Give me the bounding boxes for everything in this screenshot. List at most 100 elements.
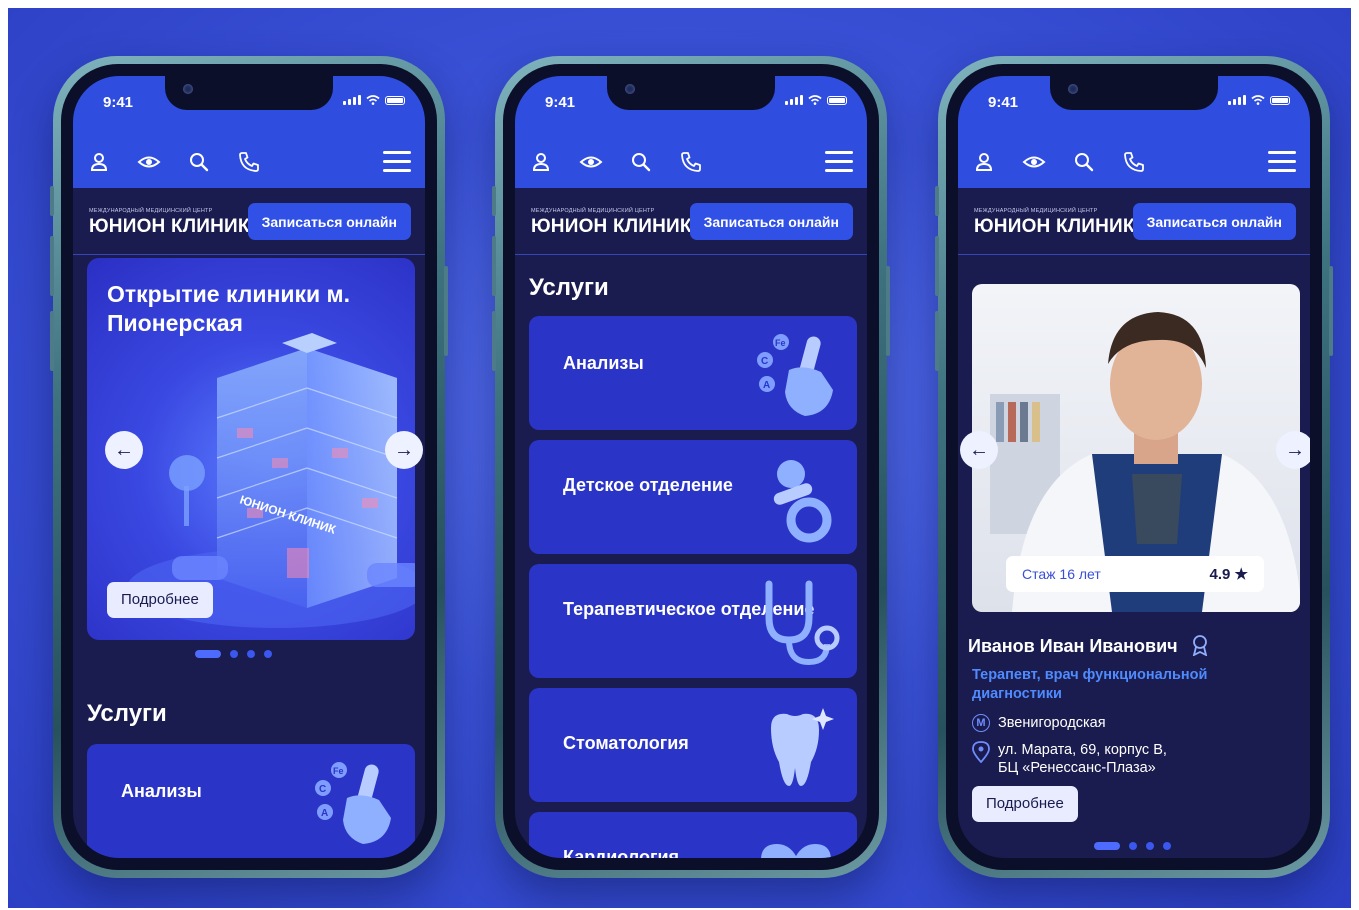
- metro-station: Звенигородская: [998, 715, 1106, 731]
- book-online-button[interactable]: Записаться онлайн: [689, 203, 853, 240]
- eye-icon[interactable]: [579, 150, 603, 174]
- top-nav: [73, 138, 425, 188]
- service-label: Детское отделение: [563, 475, 733, 495]
- doctor-specialty: Терапевт, врач функциональной диагностик…: [972, 667, 1208, 702]
- brand-logo[interactable]: ЮНИОН КЛИНИК: [531, 216, 692, 238]
- wifi-icon: [366, 95, 380, 105]
- address-line-2: БЦ «Ренессанс-Плаза»: [998, 760, 1156, 776]
- wifi-icon: [808, 95, 822, 105]
- award-icon: [1192, 635, 1207, 657]
- svg-text:Fe: Fe: [775, 338, 786, 348]
- banner-title: Открытие клиники м. Пионерская: [107, 281, 350, 336]
- status-time: 9:41: [103, 94, 134, 111]
- service-card-analyses[interactable]: Анализы C Fe A: [87, 744, 415, 858]
- service-card-cardiology[interactable]: Кардиология: [529, 812, 857, 858]
- battery-icon: [1270, 96, 1290, 105]
- eye-icon[interactable]: [1022, 150, 1046, 174]
- svg-text:C: C: [319, 784, 326, 795]
- service-card-therapy[interactable]: Терапевтическое отделение: [529, 564, 857, 678]
- signal-icon: [785, 95, 803, 105]
- status-bar: 9:41: [515, 76, 867, 138]
- svg-text:A: A: [763, 380, 770, 391]
- user-icon[interactable]: [87, 150, 111, 174]
- phone-icon[interactable]: [679, 150, 703, 174]
- screen-services: 9:41 МЕЖДУНАРОДНЫЙ МЕДИЦИНСКИЙ ЦЕНТР ЮНИ…: [515, 76, 867, 858]
- svg-text:Fe: Fe: [333, 766, 344, 776]
- phone-mockup-home: 9:41 МЕЖДУНАРОДНЫЙ МЕДИЦИНСКИЙ ЦЕНТР ЮНИ…: [50, 56, 448, 878]
- test-tube-hand-icon: C Fe A: [757, 334, 833, 416]
- status-bar: 9:41: [73, 76, 425, 138]
- svg-text:C: C: [761, 356, 768, 367]
- doctor-more-button[interactable]: Подробнее: [972, 786, 1078, 822]
- service-card-analyses[interactable]: Анализы C Fe A: [529, 316, 857, 430]
- service-card-dentistry[interactable]: Стоматология: [529, 688, 857, 802]
- menu-icon[interactable]: [825, 151, 853, 173]
- screen-home: 9:41 МЕЖДУНАРОДНЫЙ МЕДИЦИНСКИЙ ЦЕНТР ЮНИ…: [73, 76, 425, 858]
- carousel-prev-icon[interactable]: ←: [105, 431, 143, 469]
- service-card-pediatrics[interactable]: Детское отделение: [529, 440, 857, 554]
- carousel-next-icon[interactable]: →: [385, 431, 423, 469]
- test-tube-hand-icon: C Fe A: [315, 762, 391, 844]
- battery-icon: [827, 96, 847, 105]
- brand-logo[interactable]: ЮНИОН КЛИНИК: [89, 216, 250, 238]
- top-nav: [958, 138, 1310, 188]
- menu-icon[interactable]: [1268, 151, 1296, 173]
- book-online-button[interactable]: Записаться онлайн: [1132, 203, 1296, 240]
- notch: [607, 76, 775, 110]
- phone-mockup-doctor: 9:41 МЕЖДУНАРОДНЫЙ МЕДИЦИНСКИЙ ЦЕНТР ЮНИ…: [935, 56, 1333, 878]
- experience-label: Стаж 16 лет: [1022, 566, 1101, 582]
- menu-icon[interactable]: [383, 151, 411, 173]
- rating-value: 4.9 ★: [1209, 566, 1248, 583]
- service-label: Анализы: [563, 353, 644, 373]
- status-bar: 9:41: [958, 76, 1310, 138]
- star-icon: ★: [1234, 566, 1248, 583]
- location-pin-icon: [972, 741, 990, 763]
- carousel-pagination[interactable]: [195, 650, 272, 658]
- battery-icon: [385, 96, 405, 105]
- top-nav: [515, 138, 867, 188]
- signal-icon: [343, 95, 361, 105]
- doctor-metro: М Звенигородская: [972, 714, 1106, 732]
- eye-icon[interactable]: [137, 150, 161, 174]
- pacifier-icon: [773, 460, 832, 543]
- banner-more-button[interactable]: Подробнее: [107, 582, 213, 618]
- doctor-name: Иванов Иван Иванович: [968, 634, 1211, 657]
- status-time: 9:41: [988, 94, 1019, 111]
- search-icon[interactable]: [629, 150, 653, 174]
- service-label: Стоматология: [563, 733, 689, 753]
- brand-subtitle: МЕЖДУНАРОДНЫЙ МЕДИЦИНСКИЙ ЦЕНТР: [974, 208, 1098, 214]
- signal-icon: [1228, 95, 1246, 105]
- search-icon[interactable]: [187, 150, 211, 174]
- carousel-pagination[interactable]: [1094, 842, 1171, 850]
- brand-logo[interactable]: ЮНИОН КЛИНИК: [974, 216, 1135, 238]
- svg-text:A: A: [321, 808, 328, 819]
- notch: [165, 76, 333, 110]
- screen-doctor: 9:41 МЕЖДУНАРОДНЫЙ МЕДИЦИНСКИЙ ЦЕНТР ЮНИ…: [958, 76, 1310, 858]
- brand-bar: МЕЖДУНАРОДНЫЙ МЕДИЦИНСКИЙ ЦЕНТР ЮНИОН КЛ…: [515, 188, 867, 255]
- doctor-stats: Стаж 16 лет 4.9 ★: [1006, 556, 1264, 592]
- service-label: Кардиология: [563, 847, 680, 858]
- phone-icon[interactable]: [237, 150, 261, 174]
- phone-mockup-services: 9:41 МЕЖДУНАРОДНЫЙ МЕДИЦИНСКИЙ ЦЕНТР ЮНИ…: [492, 56, 890, 878]
- book-online-button[interactable]: Записаться онлайн: [247, 203, 411, 240]
- address-line-1: ул. Марата, 69, корпус В,: [998, 742, 1167, 758]
- status-indicators: [343, 95, 405, 105]
- services-heading: Услуги: [87, 700, 167, 727]
- carousel-next-icon[interactable]: →: [1276, 431, 1310, 469]
- carousel-prev-icon[interactable]: ←: [960, 431, 998, 469]
- user-icon[interactable]: [529, 150, 553, 174]
- brand-subtitle: МЕЖДУНАРОДНЫЙ МЕДИЦИНСКИЙ ЦЕНТР: [531, 208, 655, 214]
- service-label: Анализы: [121, 781, 202, 801]
- doctor-card[interactable]: Стаж 16 лет 4.9 ★: [972, 284, 1300, 612]
- stethoscope-icon: [765, 580, 840, 666]
- user-icon[interactable]: [972, 150, 996, 174]
- services-heading: Услуги: [529, 274, 609, 301]
- tooth-icon: [771, 708, 834, 786]
- phone-icon[interactable]: [1122, 150, 1146, 174]
- brand-bar: МЕЖДУНАРОДНЫЙ МЕДИЦИНСКИЙ ЦЕНТР ЮНИОН КЛ…: [73, 188, 425, 255]
- brand-bar: МЕЖДУНАРОДНЫЙ МЕДИЦИНСКИЙ ЦЕНТР ЮНИОН КЛ…: [958, 188, 1310, 255]
- status-indicators: [1228, 95, 1290, 105]
- heart-icon: [761, 844, 831, 858]
- search-icon[interactable]: [1072, 150, 1096, 174]
- wifi-icon: [1251, 95, 1265, 105]
